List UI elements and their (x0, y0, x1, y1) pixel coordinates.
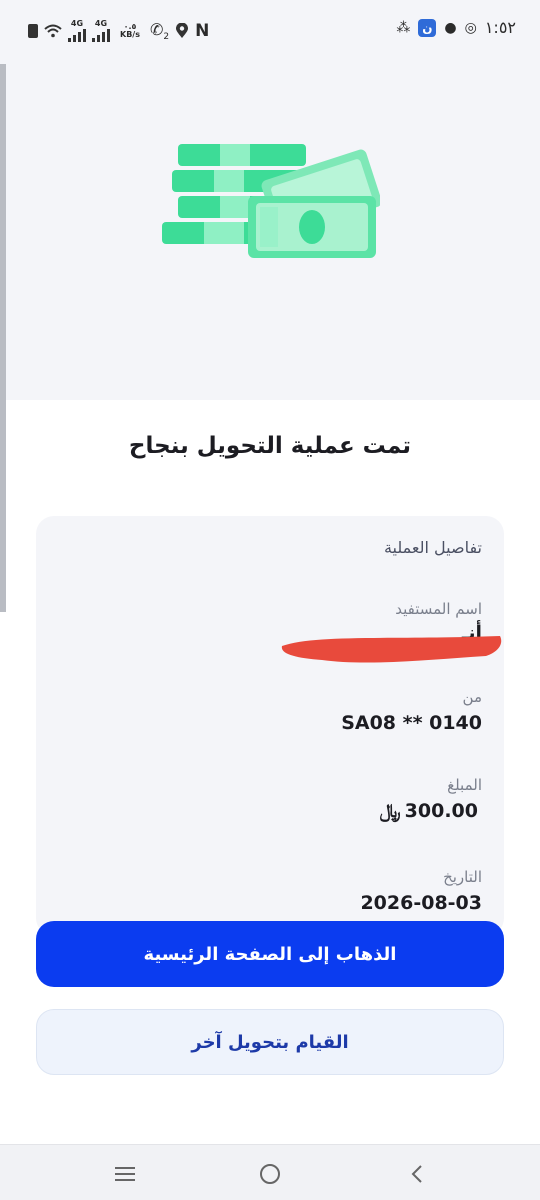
home-nav-button[interactable] (255, 1159, 285, 1189)
call-sim-number: 2 (163, 32, 170, 43)
network-label-2: 4G (94, 19, 108, 29)
from-label: من (462, 688, 482, 706)
signal-icon-2 (92, 28, 110, 43)
whatsapp-icon: ◎ (464, 19, 477, 36)
scroll-edge (0, 64, 6, 612)
new-transfer-button[interactable]: القيام بتحويل آخر (36, 1009, 504, 1075)
details-heading: تفاصيل العملية (383, 538, 482, 557)
location-icon (176, 23, 189, 39)
date-label: التاريخ (443, 868, 482, 886)
network-label-1: 4G (70, 19, 84, 29)
redaction-mark (281, 636, 502, 663)
message-icon: ● (444, 19, 457, 36)
status-bar: 4G 4G ٠.٥ KB/s ✆2 N ⁂ ن ● ◎ ١:٥٢ (0, 0, 540, 64)
menu-icon (115, 1167, 135, 1181)
transaction-details-card: تفاصيل العملية اسم المستفيد أنـ من SA08 … (36, 516, 504, 936)
circle-icon (260, 1164, 280, 1184)
amount-value: 300.00 (404, 800, 478, 822)
app-badge-icon: ن (418, 18, 437, 37)
from-account-value: SA08 ** 0140 (341, 712, 482, 734)
hero-section (0, 64, 540, 400)
money-stack-icon (162, 144, 380, 258)
signal-icon-1 (68, 28, 86, 43)
battery-icon (28, 24, 38, 39)
chevron-left-icon (411, 1165, 422, 1183)
amount-label: المبلغ (447, 776, 482, 794)
clock-time: ١:٥٢ (484, 18, 516, 37)
currency-symbol: ﷼ (379, 800, 401, 822)
link-icon: ⁂ (396, 19, 411, 36)
go-home-button[interactable]: الذهاب إلى الصفحة الرئيسية (36, 921, 504, 987)
status-left: 4G 4G ٠.٥ KB/s ✆2 N (28, 20, 209, 42)
call-icon: ✆2 (149, 20, 170, 43)
status-right: ⁂ ن ● ◎ ١:٥٢ (396, 18, 516, 37)
page-title: تمت عملية التحويل بنجاح (128, 433, 412, 459)
date-value: 2026-08-03 (360, 892, 482, 914)
wifi-icon (44, 24, 62, 38)
back-nav-button[interactable] (402, 1159, 432, 1189)
data-speed-unit: KB/s (120, 30, 140, 40)
amount-row: ﷼ 300.00 (380, 800, 478, 822)
system-nav-bar (0, 1144, 540, 1200)
beneficiary-label: اسم المستفيد (395, 600, 482, 618)
new-transfer-label: القيام بتحويل آخر (191, 1031, 349, 1053)
nfc-icon: N (195, 21, 210, 42)
go-home-label: الذهاب إلى الصفحة الرئيسية (143, 943, 397, 965)
recent-apps-button[interactable] (110, 1159, 140, 1189)
